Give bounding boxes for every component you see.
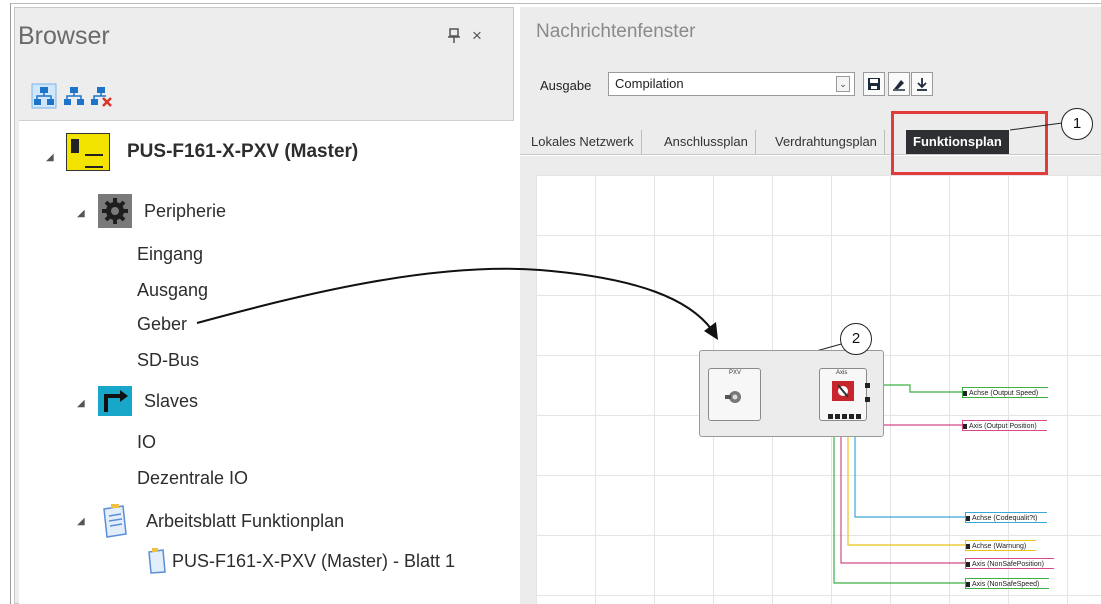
output-tag-warnung[interactable]: Achse (Warnung) — [965, 540, 1037, 551]
output-tag-codequalitaet[interactable]: Achse (Codequalit?t) — [965, 512, 1048, 523]
encoder-icon — [725, 391, 741, 403]
arrowhead — [704, 322, 718, 340]
pxv-module[interactable]: PXV — [708, 368, 761, 421]
axis-icon — [832, 381, 854, 401]
output-tag-speed[interactable]: Achse (Output Speed) — [962, 387, 1049, 398]
wire-warnung — [847, 421, 965, 546]
output-tag-position[interactable]: Axis (Output Position) — [962, 420, 1047, 431]
output-tag-nonsafeposition[interactable]: Axis (NonSafePosition) — [965, 558, 1054, 569]
axis-out-ports — [865, 383, 870, 402]
output-tag-nonsafespeed[interactable]: Axis (NonSafeSpeed) — [965, 578, 1050, 589]
callout-2: 2 — [840, 323, 872, 355]
axis-module[interactable]: Axis — [819, 368, 870, 421]
axis-ports — [828, 414, 861, 419]
callout-1: 1 — [1061, 108, 1093, 140]
wire-nonsafeposition — [840, 421, 965, 564]
wire-nonsafespeed — [833, 421, 965, 584]
geber-arrow — [196, 267, 713, 331]
axis-label: Axis — [836, 370, 848, 376]
callout-1-leader — [1009, 122, 1063, 131]
pxv-label: PXV — [729, 370, 742, 376]
annotation-layer — [196, 122, 1063, 584]
